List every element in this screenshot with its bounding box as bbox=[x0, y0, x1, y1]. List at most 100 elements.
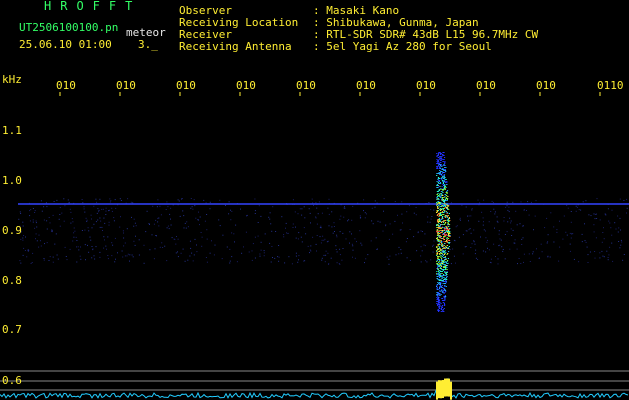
echo-pixel bbox=[438, 159, 440, 160]
echo-pixel bbox=[442, 292, 444, 293]
echo-pixel bbox=[436, 246, 438, 247]
noise-dot bbox=[459, 217, 461, 219]
echo-pixel bbox=[438, 199, 440, 200]
noise-dot bbox=[580, 209, 582, 211]
echo-pixel bbox=[442, 248, 444, 249]
noise-dot bbox=[453, 255, 455, 257]
echo-pixel bbox=[438, 259, 440, 260]
echo-pixel bbox=[439, 166, 441, 167]
echo-pixel bbox=[438, 205, 440, 206]
noise-dot bbox=[80, 258, 82, 260]
echo-pixel bbox=[436, 232, 438, 233]
echo-pixel bbox=[438, 183, 440, 184]
noise-dot bbox=[335, 249, 337, 250]
echo-pixel bbox=[437, 160, 439, 161]
noise-dot bbox=[494, 211, 496, 213]
noise-dot bbox=[122, 256, 124, 258]
noise-dot bbox=[303, 260, 305, 262]
noise-dot bbox=[30, 209, 32, 211]
noise-dot bbox=[602, 255, 604, 257]
echo-pixel bbox=[443, 266, 445, 267]
noise-dot bbox=[43, 258, 45, 259]
noise-dot bbox=[450, 263, 452, 265]
echo-pixel bbox=[441, 278, 443, 279]
echo-pixel bbox=[436, 175, 438, 176]
noise-dot bbox=[359, 215, 361, 217]
echo-pixel bbox=[444, 305, 446, 306]
noise-dot bbox=[607, 208, 609, 210]
echo-pixel bbox=[440, 188, 442, 189]
echo-pixel bbox=[442, 216, 444, 217]
echo-pixel bbox=[436, 205, 438, 206]
noise-dot bbox=[352, 249, 354, 251]
echo-pixel bbox=[443, 275, 445, 276]
noise-dot bbox=[78, 249, 80, 251]
echo-pixel bbox=[447, 196, 449, 197]
echo-pixel bbox=[447, 232, 449, 233]
noise-dot bbox=[108, 224, 110, 226]
noise-dot bbox=[567, 207, 569, 209]
echo-pixel bbox=[444, 256, 446, 257]
echo-pixel bbox=[440, 259, 443, 260]
echo-pixel bbox=[442, 182, 445, 183]
noise-dot bbox=[497, 258, 499, 260]
noise-dot bbox=[49, 256, 51, 258]
noise-dot bbox=[56, 199, 58, 201]
noise-dot bbox=[196, 251, 198, 253]
noise-dot bbox=[344, 206, 345, 208]
freq-label: 0.6 bbox=[2, 374, 22, 387]
noise-dot bbox=[152, 205, 154, 207]
noise-dot bbox=[593, 213, 595, 215]
echo-pixel bbox=[441, 273, 443, 274]
echo-pixel bbox=[437, 249, 440, 250]
echo-pixel bbox=[441, 171, 443, 172]
echo-pixel bbox=[448, 221, 450, 222]
noise-dot bbox=[151, 234, 153, 236]
echo-pixel bbox=[444, 271, 446, 272]
echo-pixel bbox=[444, 207, 446, 208]
echo-pixel bbox=[436, 278, 438, 279]
echo-pixel bbox=[444, 228, 446, 229]
noise-dot bbox=[465, 230, 467, 232]
noise-dot bbox=[123, 232, 124, 234]
noise-dot bbox=[271, 230, 273, 232]
noise-dot bbox=[601, 250, 603, 252]
echo-pixel bbox=[438, 246, 440, 247]
noise-dot bbox=[394, 201, 396, 202]
noise-dot bbox=[281, 216, 283, 218]
noise-dot bbox=[122, 230, 124, 232]
noise-dot bbox=[283, 234, 285, 236]
noise-dot bbox=[336, 236, 338, 238]
noise-dot bbox=[260, 215, 262, 217]
noise-dot bbox=[485, 237, 487, 239]
echo-pixel bbox=[446, 228, 448, 229]
echo-pixel bbox=[443, 201, 446, 202]
noise-dot bbox=[246, 215, 248, 217]
echo-pixel bbox=[439, 277, 441, 278]
echo-pixel bbox=[446, 204, 448, 205]
echo-pixel bbox=[444, 275, 446, 276]
echo-pixel bbox=[440, 157, 442, 158]
echo-pixel bbox=[438, 310, 440, 311]
noise-dot bbox=[70, 211, 72, 213]
echo-pixel bbox=[436, 284, 438, 285]
echo-pixel bbox=[439, 265, 442, 266]
noise-dot bbox=[320, 225, 322, 227]
noise-dot bbox=[154, 248, 156, 250]
echo-pixel bbox=[444, 189, 446, 190]
noise-dot bbox=[321, 257, 323, 259]
echo-pixel bbox=[438, 196, 440, 197]
noise-dot bbox=[603, 256, 605, 258]
echo-pixel bbox=[438, 243, 440, 244]
noise-dot bbox=[506, 201, 508, 203]
echo-pixel bbox=[441, 289, 443, 290]
echo-pixel bbox=[436, 292, 438, 293]
echo-pixel bbox=[436, 196, 439, 197]
noise-dot bbox=[45, 202, 47, 204]
noise-dot bbox=[593, 224, 595, 226]
time-tick-label: 010 bbox=[56, 79, 76, 92]
noise-dot bbox=[342, 248, 344, 249]
echo-pixel bbox=[444, 186, 447, 187]
noise-dot bbox=[572, 233, 574, 235]
noise-dot bbox=[575, 210, 577, 212]
